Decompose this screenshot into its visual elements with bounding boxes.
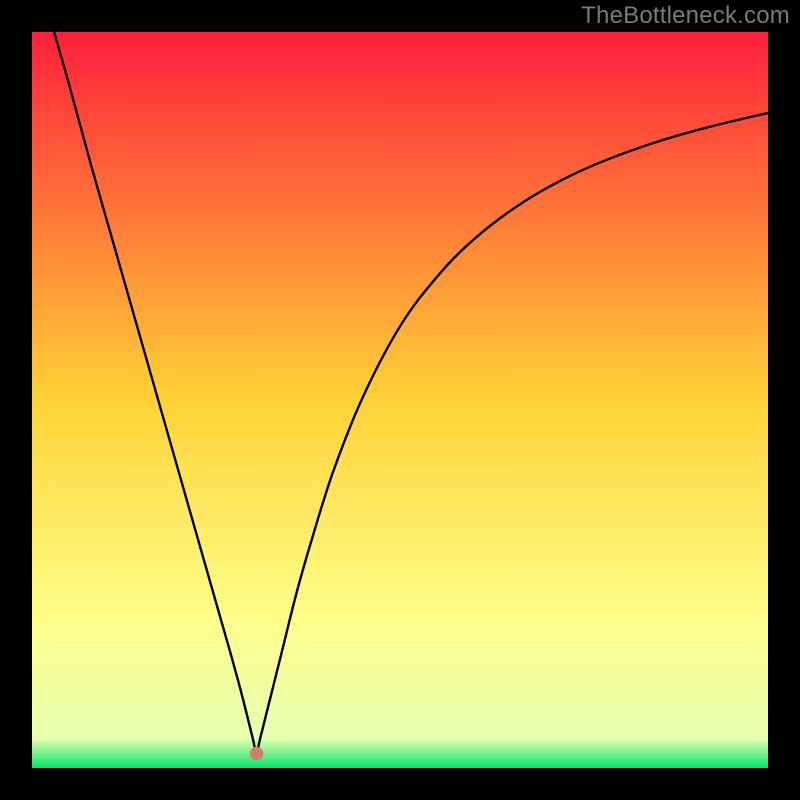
plot-svg [32, 32, 768, 768]
plot-area [32, 32, 768, 768]
marker-dot [250, 747, 263, 760]
chart-frame: TheBottleneck.com [0, 0, 800, 800]
attribution-label: TheBottleneck.com [581, 2, 790, 30]
